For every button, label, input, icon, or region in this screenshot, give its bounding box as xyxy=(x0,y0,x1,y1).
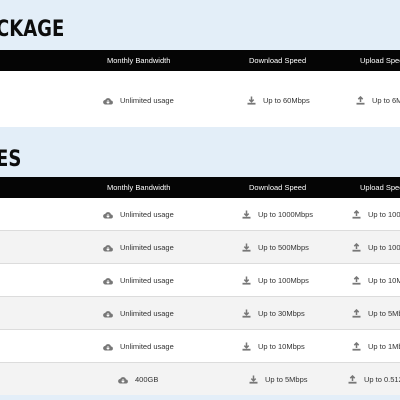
cloud-download-icon xyxy=(118,376,128,384)
download-value: Up to 5Mbps xyxy=(265,375,308,384)
bandwidth-cell: Unlimited usage xyxy=(103,276,174,285)
table-header: Monthly Bandwidth Download Speed Upload … xyxy=(0,50,400,71)
cloud-download-icon xyxy=(103,343,113,351)
upload-value: Up to 10Mb xyxy=(368,276,400,285)
upload-value: Up to 0.512M xyxy=(364,375,400,384)
upload-icon xyxy=(356,96,365,105)
download-icon xyxy=(242,210,251,219)
bandwidth-cell: Unlimited usage xyxy=(103,243,174,252)
table-row: Unlimited usage Up to 1000Mbps Up to 100M xyxy=(0,198,400,230)
upload-cell: Up to 6Mb xyxy=(356,96,400,105)
upload-icon xyxy=(352,276,361,285)
download-cell: Up to 30Mbps xyxy=(242,309,305,318)
download-icon xyxy=(249,375,258,384)
packages-table: Monthly Bandwidth Download Speed Upload … xyxy=(0,177,400,395)
bandwidth-value: Unlimited usage xyxy=(120,243,174,252)
upload-value: Up to 5Mb xyxy=(368,309,400,318)
cloud-download-icon xyxy=(103,97,113,105)
bandwidth-value: 400GB xyxy=(135,375,159,384)
upload-value: Up to 100M xyxy=(368,243,400,252)
bandwidth-cell: Unlimited usage xyxy=(103,210,174,219)
table-row: Unlimited usage Up to 500Mbps Up to 100M xyxy=(0,230,400,263)
bandwidth-value: Unlimited usage xyxy=(120,342,174,351)
download-icon xyxy=(242,243,251,252)
header-monthly-bandwidth: Monthly Bandwidth xyxy=(107,183,171,192)
download-icon xyxy=(242,342,251,351)
table-row: Unlimited usage Up to 100Mbps Up to 10Mb xyxy=(0,263,400,296)
upload-icon xyxy=(352,342,361,351)
package-table: Monthly Bandwidth Download Speed Upload … xyxy=(0,50,400,127)
section-title-package: CKAGE xyxy=(0,17,65,42)
download-value: Up to 60Mbps xyxy=(263,96,310,105)
upload-value: Up to 100M xyxy=(368,210,400,219)
download-value: Up to 10Mbps xyxy=(258,342,305,351)
table-row: 400GB Up to 5Mbps Up to 0.512M xyxy=(0,362,400,395)
bandwidth-value: Unlimited usage xyxy=(120,309,174,318)
cloud-download-icon xyxy=(103,277,113,285)
upload-icon xyxy=(348,375,357,384)
section-title-packages: ES xyxy=(0,147,22,172)
upload-cell: Up to 0.512M xyxy=(348,375,400,384)
header-monthly-bandwidth: Monthly Bandwidth xyxy=(107,56,171,65)
bandwidth-value: Unlimited usage xyxy=(120,276,174,285)
upload-cell: Up to 1Mb xyxy=(352,342,400,351)
table-header: Monthly Bandwidth Download Speed Upload … xyxy=(0,177,400,198)
table-row: Unlimited usage Up to 30Mbps Up to 5Mb xyxy=(0,296,400,329)
download-cell: Up to 100Mbps xyxy=(242,276,309,285)
bandwidth-cell: Unlimited usage xyxy=(103,96,174,105)
upload-cell: Up to 5Mb xyxy=(352,309,400,318)
bandwidth-cell: Unlimited usage xyxy=(103,309,174,318)
upload-icon xyxy=(352,210,361,219)
upload-value: Up to 6Mb xyxy=(372,96,400,105)
bandwidth-cell: Unlimited usage xyxy=(103,342,174,351)
download-cell: Up to 500Mbps xyxy=(242,243,309,252)
upload-cell: Up to 100M xyxy=(352,243,400,252)
download-value: Up to 100Mbps xyxy=(258,276,309,285)
table-row: Unlimited usage Up to 10Mbps Up to 1Mb xyxy=(0,329,400,362)
bandwidth-value: Unlimited usage xyxy=(120,210,174,219)
download-cell: Up to 5Mbps xyxy=(249,375,308,384)
upload-cell: Up to 10Mb xyxy=(352,276,400,285)
cloud-download-icon xyxy=(103,244,113,252)
download-cell: Up to 10Mbps xyxy=(242,342,305,351)
header-upload-speed: Upload Speed xyxy=(360,183,400,192)
header-download-speed: Download Speed xyxy=(249,183,307,192)
cloud-download-icon xyxy=(103,211,113,219)
cloud-download-icon xyxy=(103,310,113,318)
bandwidth-value: Unlimited usage xyxy=(120,96,174,105)
download-cell: Up to 60Mbps xyxy=(247,96,310,105)
upload-value: Up to 1Mb xyxy=(368,342,400,351)
header-download-speed: Download Speed xyxy=(249,56,307,65)
download-icon xyxy=(247,96,256,105)
upload-icon xyxy=(352,243,361,252)
upload-icon xyxy=(352,309,361,318)
bandwidth-cell: 400GB xyxy=(118,375,158,384)
download-cell: Up to 1000Mbps xyxy=(242,210,313,219)
table-row: Unlimited usage Up to 60Mbps Up to 6Mb xyxy=(0,71,400,127)
download-icon xyxy=(242,309,251,318)
download-value: Up to 30Mbps xyxy=(258,309,305,318)
upload-cell: Up to 100M xyxy=(352,210,400,219)
download-value: Up to 1000Mbps xyxy=(258,210,314,219)
header-upload-speed: Upload Speed xyxy=(360,56,400,65)
download-value: Up to 500Mbps xyxy=(258,243,309,252)
download-icon xyxy=(242,276,251,285)
